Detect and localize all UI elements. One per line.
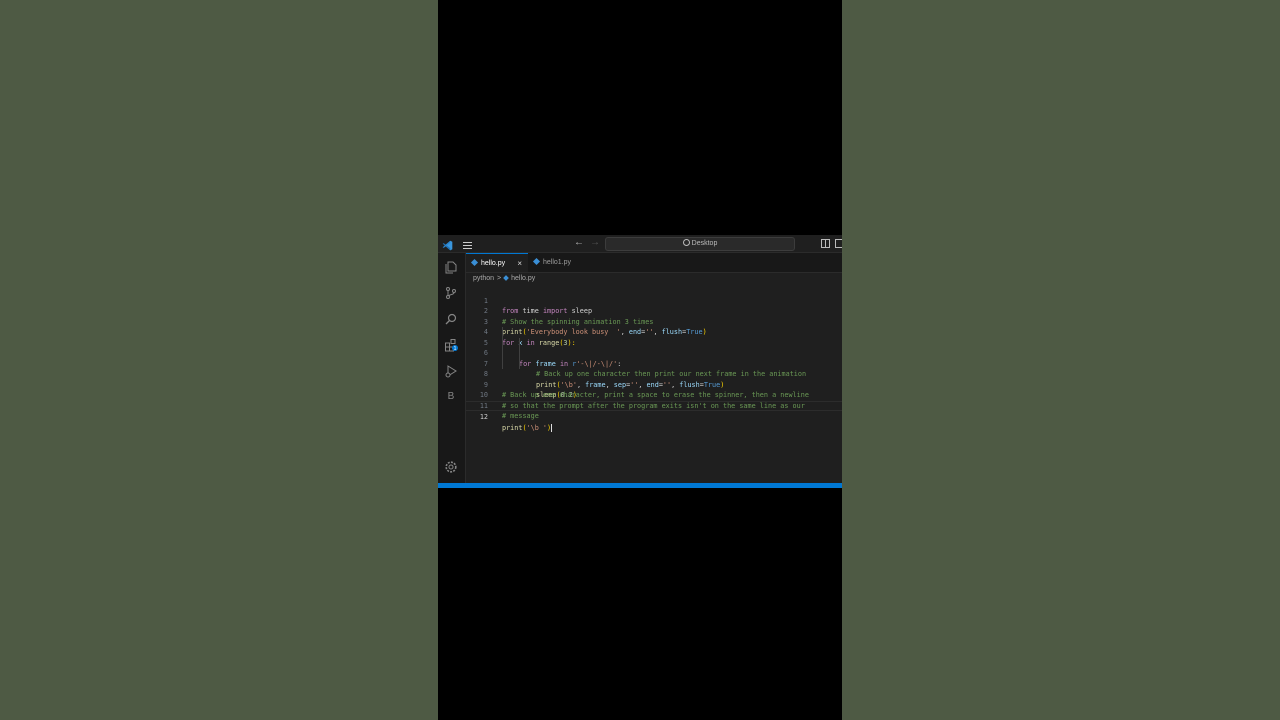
line-number: 12 [479, 413, 488, 421]
tab-hello-py[interactable]: hello.py × [466, 253, 528, 272]
b-icon[interactable]: B [444, 390, 458, 404]
extensions-badge: 1 [454, 346, 457, 352]
back-arrow-icon[interactable]: ← [574, 237, 584, 249]
code-line: 10 # so that the prompt after the progra… [466, 380, 842, 410]
explorer-icon[interactable] [444, 260, 458, 274]
search-icon [682, 238, 690, 246]
indent-guide [502, 327, 503, 338]
vscode-window: ← → Desktop 1 B hello.py × hello1.py pyt… [438, 235, 842, 488]
search-text: Desktop [691, 240, 718, 247]
code-line: 9 # Back up one character, print a space… [466, 369, 842, 400]
vscode-logo-icon [442, 238, 453, 251]
activity-bar: 1 B [438, 253, 466, 485]
code-line: 7 print('\b', frame, sep='', end='', flu… [466, 348, 842, 389]
code-editor[interactable]: 1 from time import sleep 2 # Show the sp… [466, 285, 842, 483]
tab-label: hello.py [481, 260, 506, 267]
code-line: 3 print('Everybody look busy ', end='', … [466, 306, 842, 337]
video-frame: ← → Desktop 1 B hello.py × hello1.py pyt… [438, 0, 842, 720]
indent-guide [502, 348, 503, 359]
python-file-icon [503, 275, 509, 281]
title-bar: ← → Desktop [438, 235, 842, 253]
breadcrumb-separator: > [497, 275, 502, 282]
text-cursor [551, 423, 553, 432]
code-line: 11 # message [466, 390, 842, 421]
tab-label: hello1.py [543, 259, 572, 266]
python-file-icon [470, 258, 479, 266]
code-line: 8 sleep(0.2) [466, 358, 842, 399]
status-bar [438, 483, 842, 488]
extensions-icon[interactable]: 1 [444, 338, 458, 352]
close-tab-icon[interactable]: × [517, 254, 522, 273]
command-center-search[interactable]: Desktop [605, 237, 795, 251]
toggle-sidebar-icon[interactable] [821, 239, 830, 248]
indent-guide [502, 337, 503, 348]
code-line: 4 for x in range(3): [466, 317, 842, 347]
python-file-icon [532, 257, 541, 265]
toggle-panel-icon[interactable] [835, 239, 842, 248]
code-line: 5 for frame in r'-\|/-\|/': [466, 327, 842, 368]
code-line: 2 # Show the spinning animation 3 times [466, 296, 842, 326]
hamburger-menu-icon[interactable] [462, 238, 473, 249]
breadcrumb-file[interactable]: hello.py [511, 275, 535, 282]
code-line: 1 from time import sleep [466, 285, 842, 316]
tab-hello1-py[interactable]: hello1.py [528, 253, 596, 272]
code-line-current: 12 print('\b ') [466, 400, 842, 432]
code-line: 6 # Back up one character then print our… [466, 337, 842, 378]
run-debug-icon[interactable] [444, 364, 458, 378]
breadcrumb-folder[interactable]: python [473, 275, 494, 282]
settings-gear-icon[interactable] [444, 460, 458, 474]
source-control-icon[interactable] [444, 286, 458, 300]
editor-tabs: hello.py × hello1.py [466, 253, 842, 273]
indent-guide [519, 358, 520, 369]
indent-guide [519, 348, 520, 359]
indent-guide [519, 337, 520, 348]
indent-guide [502, 358, 503, 369]
breadcrumb: python > hello.py [473, 274, 535, 284]
forward-arrow-icon[interactable]: → [590, 237, 600, 249]
search-sidebar-icon[interactable] [444, 312, 458, 326]
